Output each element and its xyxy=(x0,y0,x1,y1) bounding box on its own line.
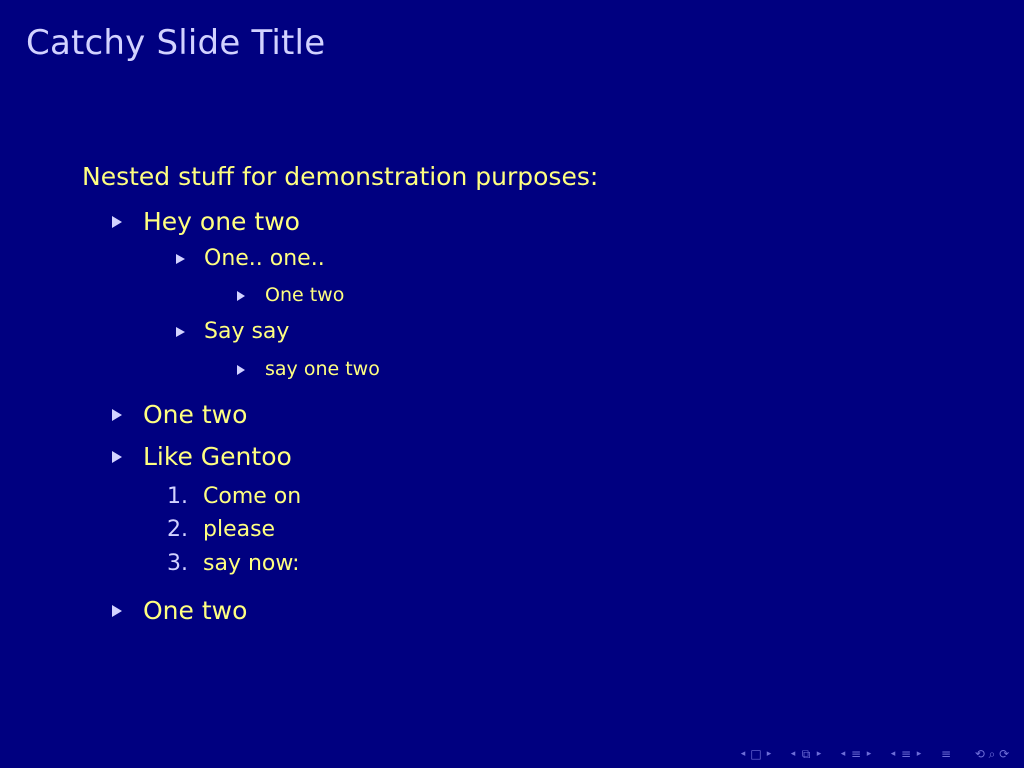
bullet-triangle-icon xyxy=(112,408,122,421)
list-item: Hey one two xyxy=(112,209,300,234)
enum-number: 2. xyxy=(167,517,188,542)
search-icon[interactable]: ⟲ ⌕ ⟳ xyxy=(968,747,1016,761)
section-icon[interactable]: ≡ xyxy=(848,747,864,761)
list-item: Say say xyxy=(176,321,289,343)
list-item: One.. one.. xyxy=(176,248,325,270)
bullet-triangle-icon xyxy=(176,327,185,337)
bullet-triangle-icon xyxy=(112,215,122,228)
enum-item: 2. please xyxy=(167,519,275,541)
list-item-label: Like Gentoo xyxy=(143,442,292,471)
list-item: One two xyxy=(237,286,344,305)
nav-right-arrow-icon[interactable]: ▸ xyxy=(914,747,924,761)
list-item: One two xyxy=(112,598,247,623)
bullet-triangle-icon xyxy=(237,364,245,375)
nav-right-arrow-icon[interactable]: ▸ xyxy=(814,747,824,761)
enum-item: 3. say now: xyxy=(167,553,300,575)
intro-text: Nested stuff for demonstration purposes: xyxy=(82,162,599,191)
slide: Catchy Slide Title Nested stuff for demo… xyxy=(0,0,1024,768)
enum-label: say now: xyxy=(203,551,300,576)
list-item: say one two xyxy=(237,360,380,379)
enum-item: 1. Come on xyxy=(167,486,301,508)
nav-left-arrow-icon[interactable]: ◂ xyxy=(888,747,898,761)
list-item: Like Gentoo xyxy=(112,444,292,469)
list-item-label: say one two xyxy=(265,358,380,380)
list-item-label: One.. one.. xyxy=(204,246,325,271)
list-item-label: One two xyxy=(143,596,248,625)
slide-title: Catchy Slide Title xyxy=(26,23,326,63)
list-item-label: Hey one two xyxy=(143,207,300,236)
list-item: One two xyxy=(112,402,247,427)
nav-left-arrow-icon[interactable]: ◂ xyxy=(788,747,798,761)
nav-right-arrow-icon[interactable]: ▸ xyxy=(864,747,874,761)
enum-label: please xyxy=(203,517,276,542)
frame-icon[interactable]: □ xyxy=(748,747,764,761)
enum-number: 3. xyxy=(167,551,188,576)
nav-right-arrow-icon[interactable]: ▸ xyxy=(764,747,774,761)
nav-left-arrow-icon[interactable]: ◂ xyxy=(838,747,848,761)
navigation-bar: ◂ □ ▸ ◂ ⧉ ▸ ◂ ≡ ▸ ◂ ≡ ▸ ≡ ⟲ ⌕ ⟳ xyxy=(738,747,1016,761)
enum-label: Come on xyxy=(203,484,302,509)
bullet-triangle-icon xyxy=(237,290,245,301)
bullet-triangle-icon xyxy=(176,254,185,264)
bullet-triangle-icon xyxy=(112,604,122,617)
subsection-icon[interactable]: ⧉ xyxy=(798,747,814,761)
document-icon[interactable]: ≡ xyxy=(938,747,954,761)
nav-left-arrow-icon[interactable]: ◂ xyxy=(738,747,748,761)
enum-number: 1. xyxy=(167,484,188,509)
list-item-label: One two xyxy=(143,400,248,429)
bullet-triangle-icon xyxy=(112,450,122,463)
section-icon[interactable]: ≡ xyxy=(898,747,914,761)
list-item-label: Say say xyxy=(204,319,290,344)
list-item-label: One two xyxy=(265,284,345,306)
